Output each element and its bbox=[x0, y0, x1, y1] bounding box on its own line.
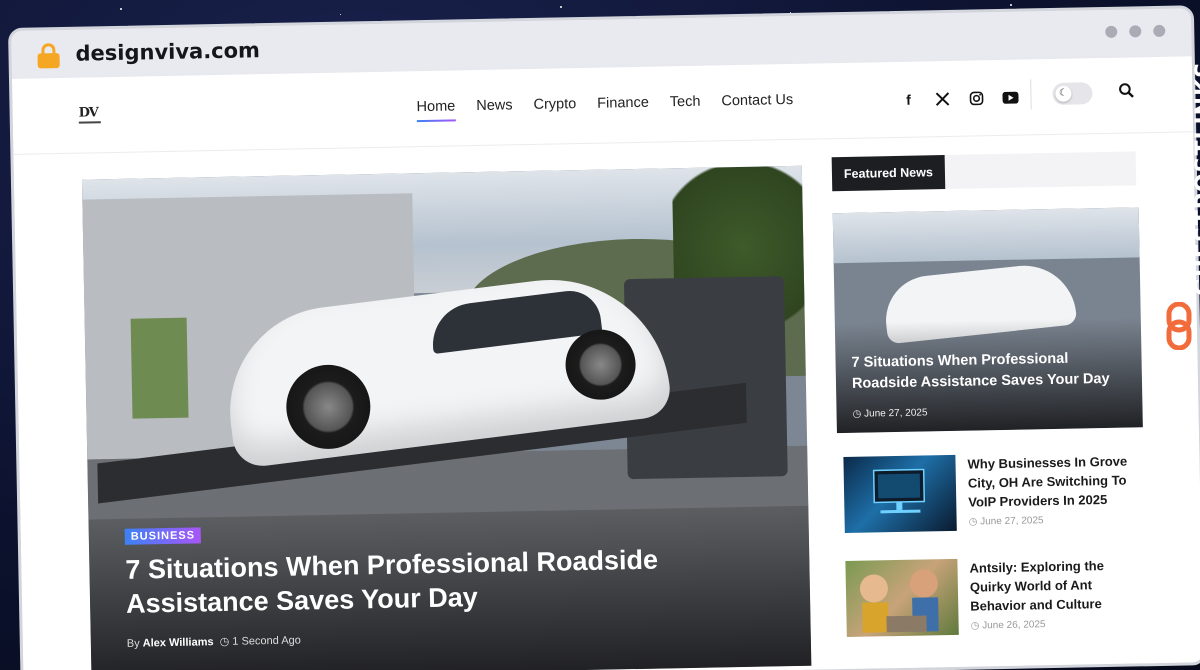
site-logo[interactable]: DV bbox=[78, 105, 101, 124]
author-name[interactable]: Alex Williams bbox=[143, 636, 214, 649]
x-icon[interactable] bbox=[934, 91, 950, 107]
browser-window: designviva.com DV Home News Crypto Finan… bbox=[8, 5, 1200, 670]
star bbox=[340, 14, 341, 15]
window-controls bbox=[1105, 24, 1166, 38]
link-icon bbox=[1166, 301, 1192, 351]
post-time: 1 Second Ago bbox=[232, 634, 301, 648]
category-badge[interactable]: BUSINESS bbox=[124, 527, 202, 545]
list-item[interactable]: Why Businesses In Grove City, OH Are Swi… bbox=[843, 451, 1145, 541]
dark-mode-toggle[interactable]: ☾ bbox=[1052, 82, 1093, 105]
social-links: f bbox=[900, 90, 1019, 108]
nav-home[interactable]: Home bbox=[416, 98, 455, 115]
article-date: ◷ June 27, 2025 bbox=[969, 515, 1044, 527]
featured-title[interactable]: 7 Situations When Professional Roadside … bbox=[851, 347, 1132, 394]
article-date: ◷ June 26, 2025 bbox=[971, 619, 1046, 631]
featured-date: ◷ June 27, 2025 bbox=[852, 407, 927, 419]
main-nav: Home News Crypto Finance Tech Contact Us bbox=[416, 92, 793, 115]
nav-news[interactable]: News bbox=[476, 97, 513, 114]
article-thumbnail[interactable] bbox=[843, 454, 957, 534]
article-title[interactable]: Why Businesses In Grove City, OH Are Swi… bbox=[967, 451, 1144, 511]
featured-card[interactable]: 7 Situations When Professional Roadside … bbox=[832, 207, 1143, 434]
window-dot-icon[interactable] bbox=[1129, 25, 1142, 38]
nav-contact-us[interactable]: Contact Us bbox=[721, 92, 793, 109]
facebook-icon[interactable]: f bbox=[900, 92, 916, 108]
nav-crypto[interactable]: Crypto bbox=[533, 96, 576, 113]
by-label: By bbox=[126, 637, 140, 650]
featured-image bbox=[832, 207, 1140, 264]
youtube-icon[interactable] bbox=[1002, 90, 1019, 106]
search-icon[interactable] bbox=[1118, 82, 1136, 100]
window-dot-icon[interactable] bbox=[1153, 24, 1166, 38]
instagram-icon[interactable] bbox=[968, 90, 984, 106]
clock-icon: ◷ bbox=[852, 408, 862, 420]
hero-title[interactable]: 7 Situations When Professional Roadside … bbox=[125, 541, 726, 621]
clock-icon: ◷ bbox=[968, 516, 978, 528]
nav-tech[interactable]: Tech bbox=[670, 94, 701, 111]
date-text: June 27, 2025 bbox=[863, 407, 928, 420]
clock-icon: ◷ bbox=[970, 620, 980, 632]
url-text[interactable]: designviva.com bbox=[75, 38, 260, 66]
lock-icon bbox=[37, 43, 60, 69]
header-divider bbox=[1030, 79, 1032, 110]
article-thumbnail[interactable] bbox=[845, 558, 959, 638]
clock-icon: ◷ bbox=[219, 635, 230, 649]
date-text: June 27, 2025 bbox=[980, 515, 1044, 528]
moon-icon: ☾ bbox=[1055, 85, 1072, 102]
watermark-text: GUESTPOSTLINKS bbox=[1192, 61, 1200, 296]
window-dot-icon[interactable] bbox=[1105, 25, 1118, 38]
list-item[interactable]: Antsily: Exploring the Quirky World of A… bbox=[845, 555, 1147, 645]
date-text: June 26, 2025 bbox=[982, 619, 1046, 632]
star bbox=[1010, 4, 1012, 6]
hero-article[interactable]: BUSINESS 7 Situations When Professional … bbox=[81, 165, 812, 670]
web-page: DV Home News Crypto Finance Tech Contact… bbox=[11, 56, 1200, 670]
nav-finance[interactable]: Finance bbox=[597, 95, 649, 112]
section-title: Featured News bbox=[831, 155, 946, 192]
logo-text: DV bbox=[78, 105, 98, 121]
featured-news-header: Featured News bbox=[831, 151, 1137, 192]
article-title[interactable]: Antsily: Exploring the Quirky World of A… bbox=[969, 555, 1146, 615]
star bbox=[120, 8, 122, 10]
star bbox=[560, 6, 562, 8]
